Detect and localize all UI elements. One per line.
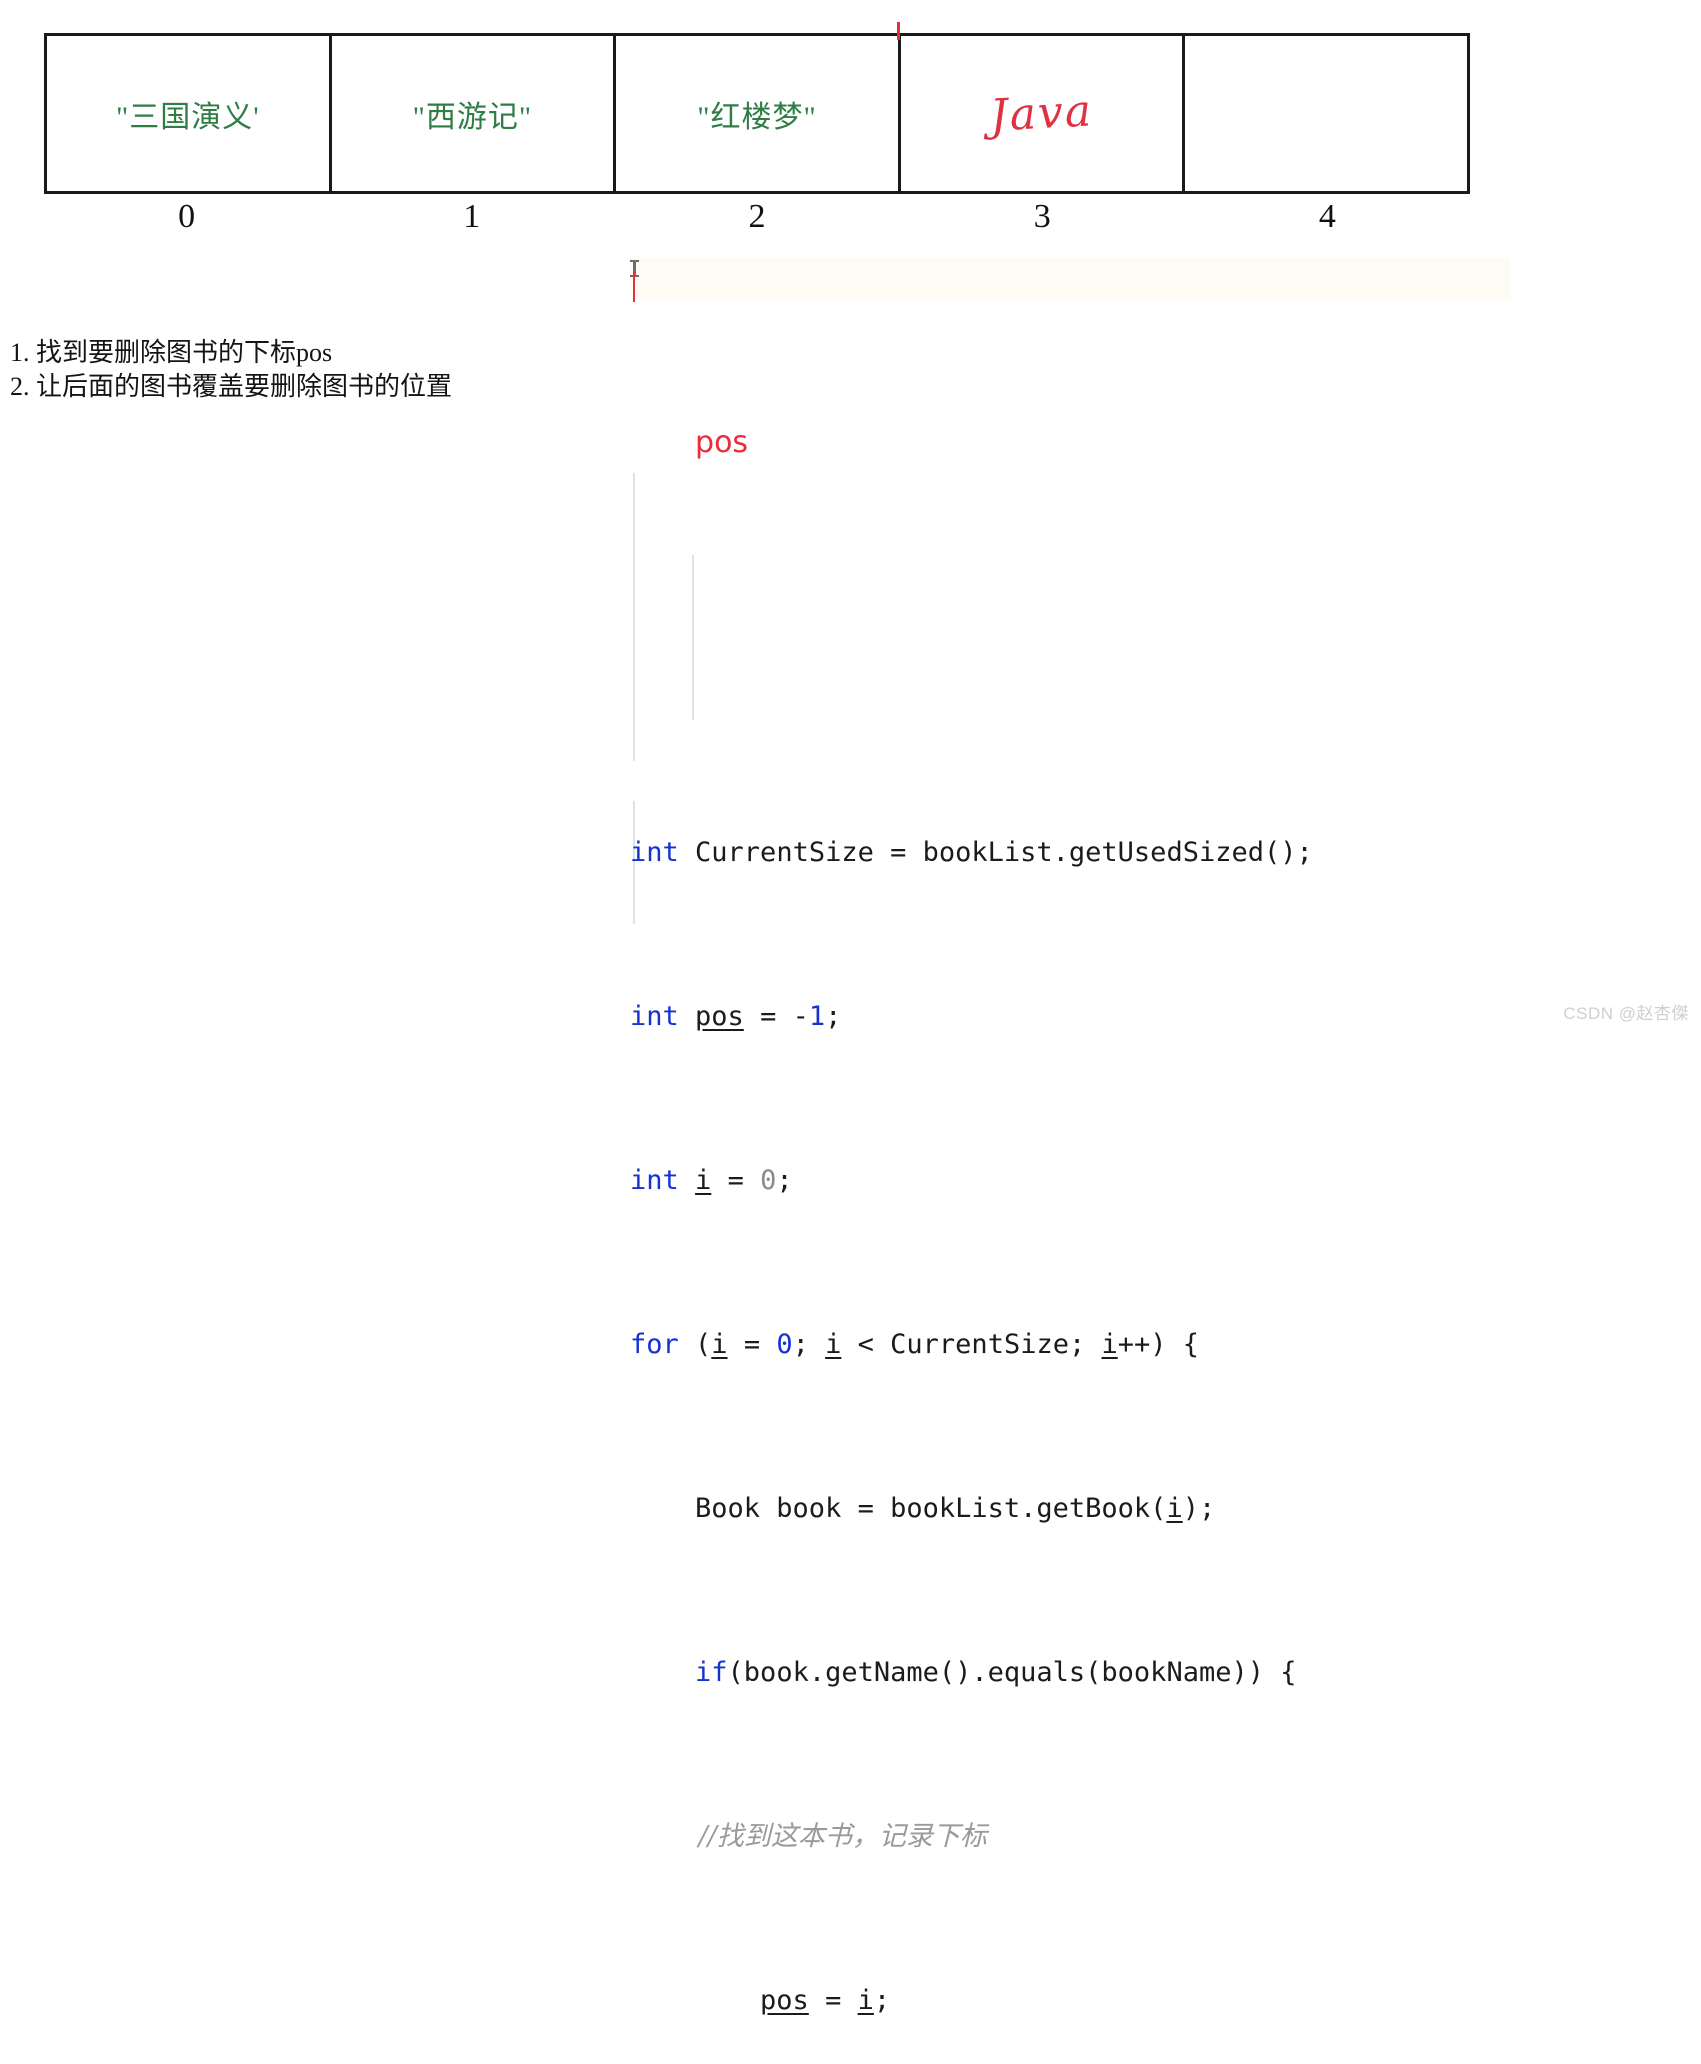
array-index-3: 3	[1033, 198, 1051, 235]
code-line-3: int i = 0;	[630, 1160, 1630, 1201]
array-index-4: 4	[1318, 198, 1336, 235]
code-kw-if-1: if	[695, 1657, 728, 1688]
code-line-6: if(book.getName().equals(bookName)) {	[630, 1652, 1630, 1693]
code-var-i-5: i	[1166, 1493, 1183, 1524]
array-cell-2: "红楼梦"	[616, 36, 901, 191]
code-text-8b: ;	[873, 1985, 891, 2016]
code-text-5b: );	[1182, 1493, 1216, 1524]
code-var-i-6: i	[857, 1985, 874, 2016]
code-indent-6	[630, 1657, 695, 1688]
array-index-2: 2	[748, 198, 766, 235]
code-text-2a: = -	[743, 1001, 809, 1032]
code-var-i-2: i	[711, 1329, 728, 1360]
array-index-row: 0 1 2 3 4	[44, 198, 1470, 236]
code-num-1: 1	[808, 1001, 826, 1032]
array-cell-3: Java	[901, 36, 1186, 191]
code-text-6: (book.getName().equals(bookName)) {	[727, 1657, 1297, 1688]
code-var-i-4: i	[1101, 1329, 1118, 1360]
caret-icon	[633, 272, 635, 302]
code-kw-for: for	[630, 1329, 679, 1360]
code-kw-int-1: int	[630, 837, 679, 868]
array-index-1: 1	[463, 198, 481, 235]
code-var-pos-2: pos	[760, 1985, 809, 2016]
red-tick-mark-icon	[897, 22, 900, 40]
pos-annotation-row: pos	[630, 258, 1510, 460]
array-cell-1-value: "西游记"	[412, 100, 533, 134]
indent-guide-for-block	[633, 473, 635, 761]
code-var-i-3: i	[825, 1329, 842, 1360]
code-line-2: int pos = -1;	[630, 996, 1630, 1037]
code-comment-1: //找到这本书，记录下标	[630, 1821, 987, 1852]
code-line-4: for (i = 0; i < CurrentSize; i++) {	[630, 1324, 1630, 1365]
code-num-zero-dim: 0	[760, 1165, 777, 1196]
array-cells-row: "三国演义' "西游记" "红楼梦" Java	[44, 33, 1470, 194]
code-line-7: //找到这本书，记录下标	[630, 1816, 1630, 1857]
code-indent-8	[630, 1985, 760, 2016]
array-cell-4	[1185, 36, 1467, 191]
code-text-1: CurrentSize = bookList.getUsedSized();	[678, 837, 1313, 868]
code-kw-int-2: int	[630, 1001, 679, 1032]
code-text-3a: =	[711, 1165, 761, 1196]
code-text-4c: ;	[792, 1329, 826, 1360]
code-text-8a: =	[808, 1985, 858, 2016]
code-num-2: 0	[776, 1329, 793, 1360]
steps-notes: 1. 找到要删除图书的下标pos 2. 让后面的图书覆盖要删除图书的位置	[10, 336, 570, 404]
array-cell-0: "三国演义'	[47, 36, 332, 191]
code-text-2b: ;	[825, 1001, 842, 1032]
array-cell-2-value: "红楼梦"	[697, 100, 817, 134]
code-text-4e: ++) {	[1117, 1329, 1200, 1360]
code-text-4b: =	[727, 1329, 777, 1360]
array-cell-0-value: "三国演义'	[115, 100, 260, 134]
code-text-4a: (	[678, 1329, 712, 1360]
code-line-8: pos = i;	[630, 1980, 1630, 2021]
code-var-pos-1: pos	[695, 1001, 744, 1032]
array-index-0: 0	[178, 198, 196, 235]
csdn-watermark: CSDN @赵杏傑	[1563, 1004, 1689, 1023]
code-line-5: Book book = bookList.getBook(i);	[630, 1488, 1630, 1529]
code-text-3b: ;	[776, 1165, 793, 1196]
array-cell-1: "西游记"	[332, 36, 617, 191]
step-1-text: 1. 找到要删除图书的下标pos	[10, 338, 333, 367]
code-text-4d: < CurrentSize;	[841, 1329, 1102, 1360]
array-diagram: "三国演义' "西游记" "红楼梦" Java	[44, 33, 1470, 194]
code-kw-int-3: int	[630, 1165, 679, 1196]
code-line-blank-1	[630, 668, 1630, 709]
pos-annotation-label: pos	[695, 425, 749, 460]
code-line-1: int CurrentSize = bookList.getUsedSized(…	[630, 832, 1630, 873]
code-text-5a: Book book = bookList.getBook(	[630, 1493, 1167, 1524]
highlight-band	[630, 258, 1510, 299]
array-cell-3-value: Java	[988, 85, 1095, 142]
code-block: pos int CurrentSize = bookList.getUsedSi…	[630, 258, 1630, 2064]
step-2-text: 2. 让后面的图书覆盖要删除图书的位置	[10, 372, 453, 401]
code-var-i-1: i	[695, 1165, 712, 1196]
